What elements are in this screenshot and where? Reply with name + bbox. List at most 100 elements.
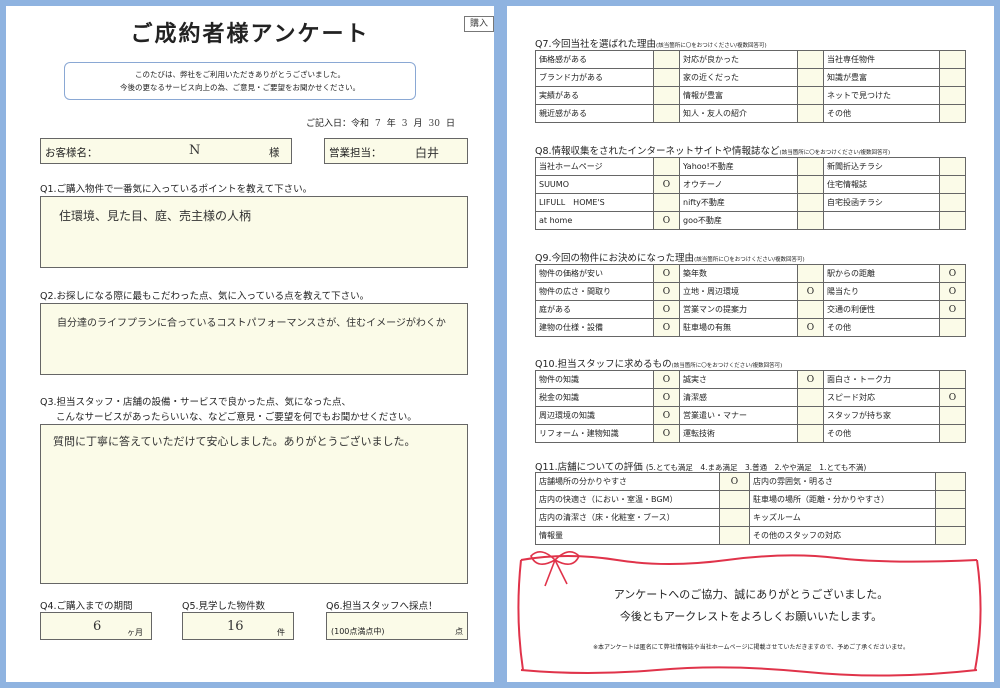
q10-check-cell[interactable] xyxy=(939,424,966,443)
q11-check-cell[interactable] xyxy=(935,490,966,509)
q8-check-cell[interactable]: O xyxy=(653,211,680,230)
q9-title-text: Q9.今回の物件にお決めになった理由 xyxy=(535,253,695,264)
q7-check-cell[interactable] xyxy=(939,86,966,105)
customer-name-value[interactable]: N xyxy=(189,143,200,158)
q9-option-label: 営業マンの提案力 xyxy=(679,300,798,319)
q10-option-label: 面白さ・トーク力 xyxy=(823,370,940,389)
q6-answer-box[interactable]: (100点満点中) 点 xyxy=(326,612,468,640)
q1-answer-box[interactable]: 住環境、見た目、庭、売主様の人柄 xyxy=(40,196,468,268)
q9-check-cell[interactable]: O xyxy=(653,264,680,283)
sales-rep-value[interactable]: 白井 xyxy=(415,144,439,161)
q8-check-cell[interactable] xyxy=(653,157,680,176)
q7-check-cell[interactable] xyxy=(653,50,680,69)
q10-check-cell[interactable]: O xyxy=(653,406,680,425)
thanks-note: ※本アンケートは匿名にて弊社情報誌や当社ホームページに掲載させていただきますので… xyxy=(592,644,910,651)
q11-check-cell[interactable]: O xyxy=(719,472,750,491)
q7-option-label: 価格感がある xyxy=(535,50,654,69)
q8-check-cell[interactable] xyxy=(797,175,824,194)
q8-check-cell[interactable]: O xyxy=(653,175,680,194)
ribbon-top xyxy=(520,554,978,565)
q11-check-cell[interactable] xyxy=(935,526,966,545)
q7-check-cell[interactable] xyxy=(653,104,680,123)
q9-check-cell[interactable]: O xyxy=(653,318,680,337)
q9-check-cell[interactable]: O xyxy=(939,282,966,301)
q7-check-cell[interactable] xyxy=(797,68,824,87)
q5-answer-box[interactable]: 16 件 xyxy=(182,612,294,640)
q4-unit: ヶ月 xyxy=(127,628,143,637)
q9-check-cell[interactable]: O xyxy=(797,282,824,301)
q10-check-cell[interactable] xyxy=(939,370,966,389)
q8-option-label: LIFULL HOME'S xyxy=(535,193,654,212)
q8-option-label: 新聞折込チラシ xyxy=(823,157,940,176)
q11-row: 店内の清潔さ（床・化粧室・ブース） キッズルーム xyxy=(535,508,966,527)
q11-check-cell[interactable] xyxy=(935,472,966,491)
q7-check-cell[interactable] xyxy=(797,104,824,123)
q7-title: Q7.今回当社を選ばれた理由(該当箇所に〇をおつけください/複数回答可) xyxy=(535,36,767,50)
q7-check-cell[interactable] xyxy=(797,86,824,105)
q9-check-cell[interactable]: O xyxy=(939,300,966,319)
q7-option-label: ネットで見つけた xyxy=(823,86,940,105)
q10-option-label: スタッフが持ち家 xyxy=(823,406,940,425)
thanks-line-1: アンケートへのご協力、誠にありがとうございました。 xyxy=(613,588,889,601)
q11-row: 店舗場所の分かりやすさ O 店内の雰囲気・明るさ xyxy=(535,472,966,491)
q10-check-cell[interactable]: O xyxy=(939,388,966,407)
q2-answer-box[interactable]: 自分達のライフプランに合っているコストパフォーマンスさが、住むイメージがわくか xyxy=(40,303,468,375)
q9-check-cell[interactable]: O xyxy=(653,300,680,319)
q11-option-label: キッズルーム xyxy=(749,508,936,527)
q7-row: 価格感がある 対応が良かった 当社専任物件 xyxy=(535,50,966,69)
q4-answer-box[interactable]: 6 ヶ月 xyxy=(40,612,152,640)
q7-check-cell[interactable] xyxy=(939,50,966,69)
date-label: ご記入日：令和 xyxy=(306,119,370,129)
q10-check-cell[interactable]: O xyxy=(653,424,680,443)
q7-check-cell[interactable] xyxy=(797,50,824,69)
q7-check-cell[interactable] xyxy=(653,68,680,87)
q11-check-cell[interactable] xyxy=(719,490,750,509)
q10-option-label: 周辺環境の知識 xyxy=(535,406,654,425)
q10-check-cell[interactable] xyxy=(797,406,824,425)
q8-option-label: at home xyxy=(535,211,654,230)
q7-check-cell[interactable] xyxy=(939,68,966,87)
q8-check-cell[interactable] xyxy=(939,211,966,230)
q9-check-cell[interactable] xyxy=(797,264,824,283)
q6-unit: 点 xyxy=(455,627,463,636)
q8-check-cell[interactable] xyxy=(797,193,824,212)
q3-answer-box[interactable]: 質問に丁寧に答えていただけて安心しました。ありがとうございました。 xyxy=(40,424,468,584)
q11-check-cell[interactable] xyxy=(935,508,966,527)
q7-check-cell[interactable] xyxy=(653,86,680,105)
q9-check-cell[interactable]: O xyxy=(797,318,824,337)
q10-check-cell[interactable] xyxy=(797,388,824,407)
q8-table: 当社ホームページ Yahoo!不動産 新聞折込チラシ SUUMO O オウチーノ 住宅情報誌… xyxy=(535,157,966,230)
q8-check-cell[interactable] xyxy=(939,193,966,212)
q10-check-cell[interactable]: O xyxy=(797,370,824,389)
q7-check-cell[interactable] xyxy=(939,104,966,123)
q9-row: 物件の価格が安い O 築年数 駅からの距離 O xyxy=(535,264,966,283)
date-day-unit: 日 xyxy=(445,119,455,129)
q9-check-cell[interactable]: O xyxy=(653,282,680,301)
q8-check-cell[interactable] xyxy=(939,157,966,176)
q5-value: 16 xyxy=(227,619,244,634)
q4-value: 6 xyxy=(93,619,102,634)
date-year[interactable]: 7 xyxy=(375,119,381,129)
ribbon-left xyxy=(517,559,524,671)
q10-check-cell[interactable]: O xyxy=(653,370,680,389)
date-day[interactable]: 30 xyxy=(429,119,440,129)
q9-option-label: 築年数 xyxy=(679,264,798,283)
q9-check-cell[interactable] xyxy=(797,300,824,319)
q10-check-cell[interactable]: O xyxy=(653,388,680,407)
q8-check-cell[interactable] xyxy=(939,175,966,194)
date-month[interactable]: 3 xyxy=(402,119,408,129)
q9-option-label: その他 xyxy=(823,318,940,337)
q11-option-label: 駐車場の場所（距離・分かりやすさ） xyxy=(749,490,936,509)
q10-check-cell[interactable] xyxy=(939,406,966,425)
q9-option-label: 物件の広さ・間取り xyxy=(535,282,654,301)
q11-scale: (5.とても満足 4.まあ満足 3.普通 2.やや満足 1.とても不満) xyxy=(645,463,867,472)
q4-label: Q4.ご購入までの期間 xyxy=(40,601,133,612)
q11-check-cell[interactable] xyxy=(719,526,750,545)
q9-check-cell[interactable]: O xyxy=(939,264,966,283)
q8-check-cell[interactable] xyxy=(653,193,680,212)
q8-check-cell[interactable] xyxy=(797,157,824,176)
q10-check-cell[interactable] xyxy=(797,424,824,443)
q8-check-cell[interactable] xyxy=(797,211,824,230)
q11-check-cell[interactable] xyxy=(719,508,750,527)
q9-check-cell[interactable] xyxy=(939,318,966,337)
